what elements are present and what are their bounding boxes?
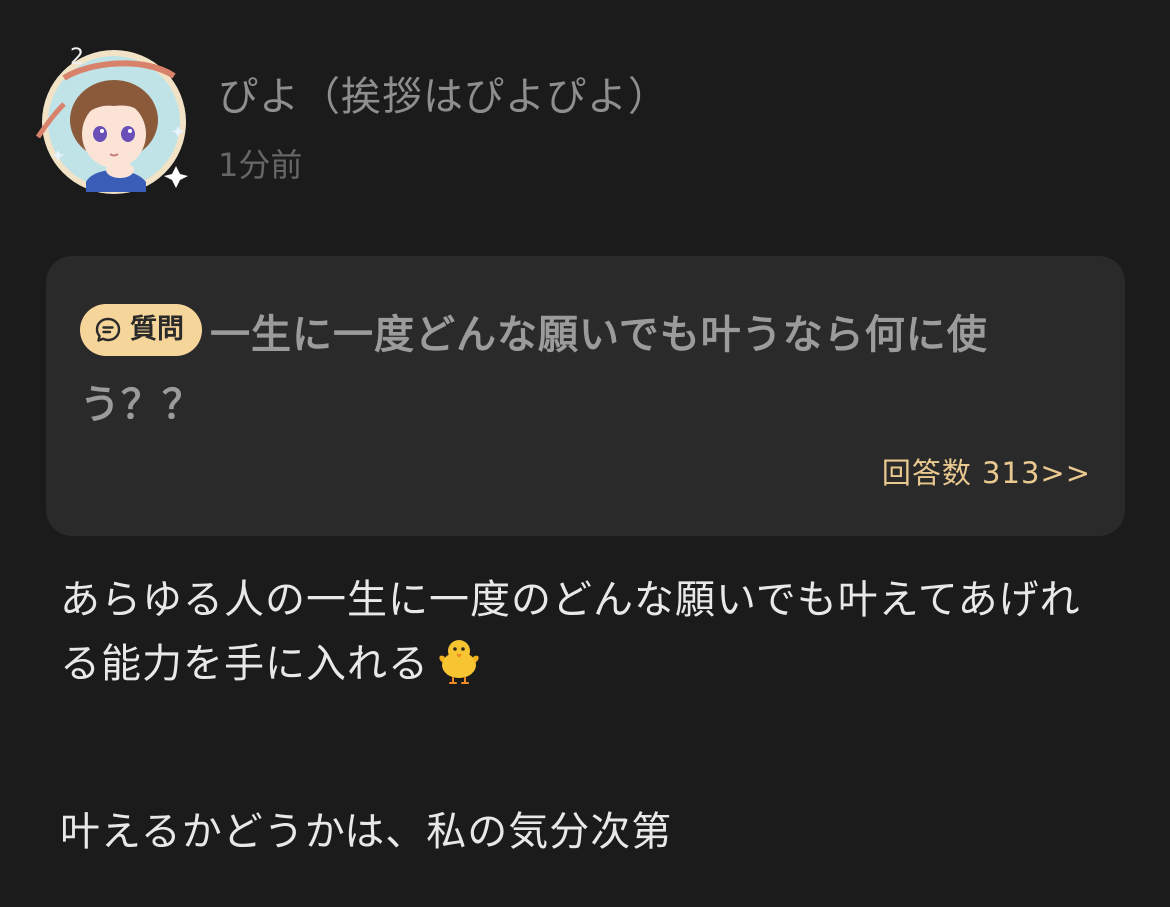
answer-body: あらゆる人の一生に一度のどんな願いでも叶えてあげれる能力を手に入れる 叶えるかど… [60,568,1120,864]
answer-paragraph-1-text: あらゆる人の一生に一度のどんな願いでも叶えてあげれる能力を手に入れる [60,577,1081,687]
author-name[interactable]: ぴよ（挨拶はぴよぴよ） [218,64,669,122]
question-badge-label: 質問 [130,314,184,345]
avatar[interactable]: 2 [34,42,190,198]
question-card[interactable]: 質問 一生に一度どんな願いでも叶うなら何に使う？？ 回答数 313>> [46,256,1125,536]
answer-paragraph: あらゆる人の一生に一度のどんな願いでも叶えてあげれる能力を手に入れる [60,568,1120,704]
post-view: 2 ぴよ（挨拶はぴよぴよ） 1分前 質問 一生に一度どんな願いでも叶うなら何に使… [0,0,1170,907]
question-badge: 質問 [80,304,202,356]
anime-avatar-icon: 2 [35,45,188,194]
chat-bubble-icon [94,316,122,344]
svg-text:2: 2 [70,45,84,70]
answer-count-link[interactable]: 回答数 313>> [882,450,1091,492]
post-timestamp: 1分前 [218,146,303,184]
question-text: 一生に一度どんな願いでも叶うなら何に使う？？ [80,312,988,428]
question-block: 質問 一生に一度どんな願いでも叶うなら何に使う？？ [80,300,1090,440]
chick-emoji-icon [433,633,485,704]
answer-paragraph: 叶えるかどうかは、私の気分次第 [60,809,673,855]
